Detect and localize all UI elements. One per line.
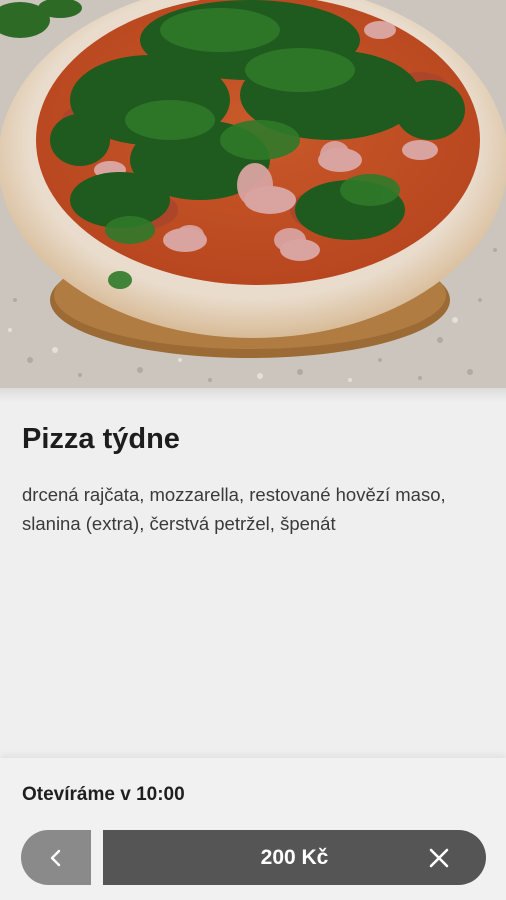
product-image [0, 0, 506, 388]
close-icon[interactable] [428, 847, 450, 869]
opening-hours-text: Otevíráme v 10:00 [22, 784, 185, 805]
product-title: Pizza týdne [22, 423, 180, 455]
price-button[interactable]: 200 Kč [103, 830, 486, 885]
product-description: drcená rajčata, mozzarella, restované ho… [22, 484, 446, 534]
product-detail-screen: Pizza týdne drcená rajčata, mozzarella, … [0, 0, 506, 900]
chevron-left-icon [50, 849, 61, 866]
back-button[interactable] [21, 830, 91, 885]
image-shadow [0, 388, 506, 402]
pizza-photo [0, 0, 506, 388]
